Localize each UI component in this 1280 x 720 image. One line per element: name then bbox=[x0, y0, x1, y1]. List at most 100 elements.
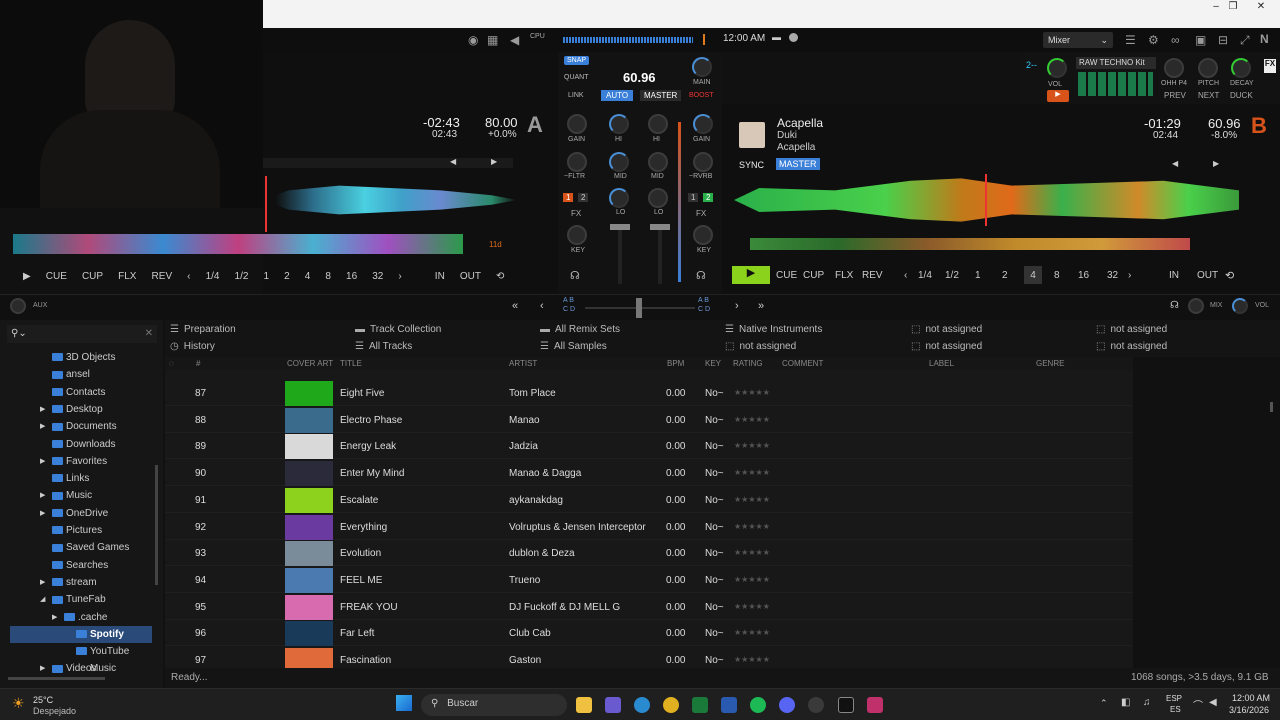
expand-arrow-icon[interactable]: ▶ bbox=[40, 487, 45, 504]
deck-b-loop-1-4[interactable]: 1/4 bbox=[918, 270, 932, 281]
link-icon[interactable]: ∞ bbox=[1171, 33, 1180, 47]
deck-a-loop-1[interactable]: 1 bbox=[264, 271, 270, 282]
expand-arrow-icon[interactable]: ▶ bbox=[40, 660, 45, 677]
chrome-icon[interactable] bbox=[663, 697, 679, 713]
volume-icon[interactable]: ◀ bbox=[1209, 697, 1217, 708]
col-cover-art[interactable]: COVER ART bbox=[287, 359, 333, 368]
link-button[interactable]: LINK bbox=[568, 92, 584, 99]
tree-item[interactable]: ▶ Desktop bbox=[0, 401, 152, 418]
deck-b-master-button[interactable]: MASTER bbox=[776, 158, 820, 170]
deck-b-loop-next[interactable]: › bbox=[1128, 270, 1131, 281]
col-genre[interactable]: GENRE bbox=[1036, 359, 1064, 368]
expand-arrow-icon[interactable]: ▶ bbox=[40, 401, 45, 418]
ch-b-key-knob[interactable] bbox=[693, 225, 713, 245]
expand-arrow-icon[interactable]: ◢ bbox=[40, 591, 45, 608]
table-row[interactable]: 92 Everything Volruptus & Jensen Intercept… bbox=[165, 514, 1133, 540]
favorite-item[interactable]: ⬚ not assigned bbox=[1096, 341, 1167, 352]
teams-icon[interactable] bbox=[605, 697, 621, 713]
deck-b-cue-button[interactable]: CUE bbox=[776, 270, 797, 281]
keyboard-layout[interactable]: ES bbox=[1170, 705, 1181, 714]
deck-a-waveform[interactable] bbox=[263, 185, 517, 215]
weather-temp[interactable]: 25°C bbox=[33, 695, 53, 705]
deck-b-overview-waveform[interactable] bbox=[750, 238, 1190, 250]
expand-arrow-icon[interactable]: ▶ bbox=[40, 505, 45, 522]
deck-b-loop-32[interactable]: 32 bbox=[1107, 270, 1118, 281]
deck-a-back-icon[interactable]: ‹ bbox=[540, 300, 544, 312]
table-row[interactable]: 90 Enter My Mind Manao & Dagga 0.00 No~ ★★★★★ bbox=[165, 460, 1133, 487]
deck-a-rev-button[interactable]: REV bbox=[152, 271, 173, 282]
deck-a-prev-icon[interactable]: ◀ bbox=[450, 157, 456, 166]
tree-item[interactable]: ▶ Music bbox=[0, 487, 152, 504]
favorite-item[interactable]: ☰ Native Instruments bbox=[725, 324, 822, 335]
col-comment[interactable]: COMMENT bbox=[782, 359, 823, 368]
app-icon[interactable] bbox=[867, 697, 883, 713]
ch-a-gain-knob[interactable] bbox=[567, 114, 587, 134]
ch-a-fader[interactable] bbox=[610, 224, 630, 230]
table-row[interactable]: 89 Energy Leak Jadzia 0.00 No~ ★★★★★ bbox=[165, 433, 1133, 460]
deck-b-play-button[interactable]: ▶ bbox=[732, 266, 770, 284]
deck-b-flx-button[interactable]: FLX bbox=[835, 270, 853, 281]
ch-b-lo-knob[interactable] bbox=[648, 188, 668, 208]
tree-item[interactable]: ▶ .cache bbox=[0, 609, 152, 626]
duck-button[interactable]: DUCK bbox=[1230, 91, 1253, 100]
deck-a-loop-prev[interactable]: ‹ bbox=[187, 271, 190, 282]
deck-a-loop-toggle-icon[interactable]: ⟲ bbox=[496, 271, 504, 282]
fullscreen-icon[interactable]: ⤢ bbox=[1240, 33, 1250, 48]
table-row[interactable]: 96 Far Left Club Cab 0.00 No~ ★★★★★ bbox=[165, 620, 1133, 647]
boost-button[interactable]: BOOST bbox=[689, 92, 714, 99]
table-row[interactable]: 94 FEEL ME Trueno 0.00 No~ ★★★★★ bbox=[165, 567, 1133, 593]
speaker-icon[interactable]: ◀ bbox=[510, 33, 519, 47]
midi-icon[interactable]: ◉ bbox=[468, 33, 478, 47]
taskbar-clock-date[interactable]: 3/16/2026 bbox=[1229, 705, 1269, 715]
close-button[interactable]: ✕ bbox=[1246, 0, 1276, 14]
gear-icon[interactable]: ⚙ bbox=[1148, 33, 1159, 47]
aux-knob[interactable] bbox=[10, 298, 26, 314]
ch-b-mid-knob[interactable] bbox=[648, 152, 668, 172]
deck-a-loop-4[interactable]: 4 bbox=[305, 271, 311, 282]
table-row[interactable]: 88 Electro Phase Manao 0.00 No~ ★★★★★ bbox=[165, 407, 1133, 433]
edge-icon[interactable] bbox=[634, 697, 650, 713]
track-rating[interactable]: ★★★★★ bbox=[734, 602, 770, 611]
favorite-item[interactable]: ◷ History bbox=[170, 341, 215, 352]
col-label[interactable]: LABEL bbox=[929, 359, 954, 368]
deck-b-loop-2[interactable]: 2 bbox=[1002, 270, 1008, 281]
ch-b-headphones-icon[interactable]: ☊ bbox=[696, 269, 706, 282]
deck-a-loop-1-4[interactable]: 1/4 bbox=[206, 271, 220, 282]
tree-item[interactable]: Searches bbox=[0, 557, 152, 574]
weather-icon[interactable]: ☀ bbox=[12, 695, 25, 712]
remix-play-button[interactable]: ▶ bbox=[1047, 90, 1069, 102]
track-rating[interactable]: ★★★★★ bbox=[734, 468, 770, 477]
deck-a-fast-back-icon[interactable]: « bbox=[512, 300, 518, 312]
excel-icon[interactable] bbox=[692, 697, 708, 713]
favorite-item[interactable]: ⬚ not assigned bbox=[725, 341, 796, 352]
maximize-button[interactable]: ❐ bbox=[1218, 0, 1248, 14]
discord-icon[interactable] bbox=[779, 697, 795, 713]
remix-kit-select[interactable]: RAW TECHNO Kit bbox=[1076, 57, 1156, 69]
table-row[interactable]: 95 FREAK YOU DJ Fuckoff & DJ MELL G 0.00 No~… bbox=[165, 594, 1133, 620]
tree-item[interactable]: Saved Games bbox=[0, 539, 152, 556]
tree-item[interactable]: ▶ Videos bbox=[0, 660, 152, 677]
wifi-icon[interactable]: ⌒ bbox=[1193, 697, 1203, 712]
deck-b-rev-button[interactable]: REV bbox=[862, 270, 883, 281]
help-icon[interactable]: ▣ bbox=[1195, 33, 1206, 47]
table-row[interactable]: 87 Eight Five Tom Place 0.00 No~ ★★★★★ bbox=[165, 380, 1133, 406]
tree-item[interactable]: Links bbox=[0, 470, 152, 487]
tree-search[interactable]: ⚲⌄ ✕ bbox=[7, 325, 157, 343]
ch-b-hi-knob[interactable] bbox=[648, 114, 668, 134]
track-rating[interactable]: ★★★★★ bbox=[734, 441, 770, 450]
deck-a-loop-32[interactable]: 32 bbox=[372, 271, 383, 282]
ch-a-key-knob[interactable] bbox=[567, 225, 587, 245]
ch-a-fx1-button[interactable]: 1 bbox=[563, 193, 574, 202]
remix-cell-grid[interactable] bbox=[1078, 72, 1153, 96]
col-bpm[interactable]: BPM bbox=[667, 359, 684, 368]
table-row[interactable]: 91 Escalate aykanakdag 0.00 No~ ★★★★★ bbox=[165, 487, 1133, 513]
steam-icon[interactable] bbox=[808, 697, 824, 713]
ohh-knob[interactable] bbox=[1164, 58, 1184, 78]
track-rating[interactable]: ★★★★★ bbox=[734, 415, 770, 424]
file-explorer-icon[interactable] bbox=[576, 697, 592, 713]
ch-a-hi-knob[interactable] bbox=[609, 114, 629, 134]
traktor-icon[interactable] bbox=[838, 697, 854, 713]
deck-a-loop-1-2[interactable]: 1/2 bbox=[235, 271, 249, 282]
tray-app-icon[interactable]: ◧ bbox=[1121, 697, 1130, 708]
favorite-item[interactable]: ▬ All Remix Sets bbox=[540, 324, 620, 335]
